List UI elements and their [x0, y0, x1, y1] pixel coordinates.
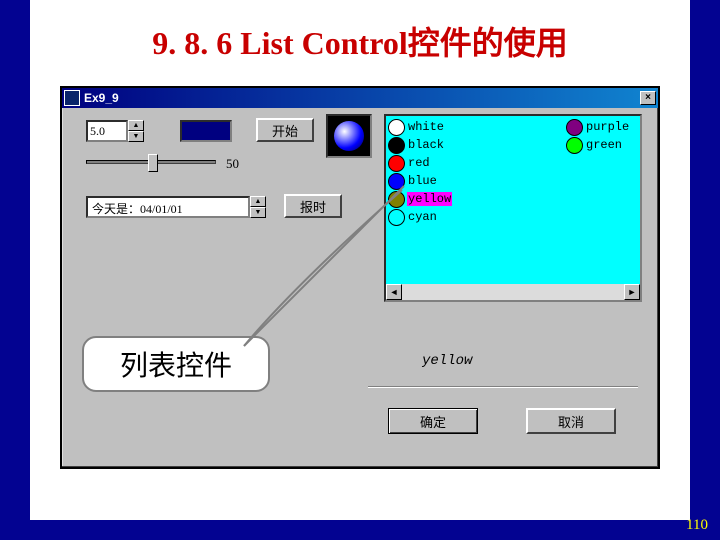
list-item-label: purple	[585, 120, 630, 134]
spin-control[interactable]: ▲ ▼	[86, 120, 146, 142]
color-preview	[180, 120, 232, 142]
animation-preview	[326, 114, 372, 158]
time-button[interactable]: 报时	[284, 194, 342, 218]
color-swatch-icon	[388, 173, 405, 190]
status-text: yellow	[422, 353, 472, 369]
date-up-icon[interactable]: ▲	[250, 196, 266, 207]
color-swatch-icon	[566, 137, 583, 154]
color-swatch-icon	[388, 119, 405, 136]
slider-value: 50	[226, 156, 239, 172]
slide-title: 9. 8. 6 List Control控件的使用	[30, 0, 690, 72]
color-swatch-icon	[388, 137, 405, 154]
date-control[interactable]: 今天是：04/01/01 ▲ ▼	[86, 196, 266, 218]
spin-down-icon[interactable]: ▼	[128, 131, 144, 142]
callout-label: 列表控件	[82, 336, 270, 392]
spin-input[interactable]	[86, 120, 128, 142]
list-item[interactable]: white	[388, 118, 445, 136]
slider-thumb[interactable]	[148, 154, 158, 172]
slider-control[interactable]: 50	[86, 150, 246, 178]
list-item[interactable]: blue	[388, 172, 438, 190]
scroll-right-icon[interactable]: ►	[624, 284, 640, 300]
close-icon[interactable]: ×	[640, 91, 656, 105]
list-item[interactable]: green	[566, 136, 623, 154]
titlebar[interactable]: Ex9_9 ×	[62, 88, 658, 108]
page-number: 110	[686, 517, 708, 534]
color-swatch-icon	[566, 119, 583, 136]
color-swatch-icon	[388, 155, 405, 172]
color-swatch-icon	[388, 209, 405, 226]
list-item-label: yellow	[407, 192, 452, 206]
list-item-label: blue	[407, 174, 438, 188]
list-item[interactable]: cyan	[388, 208, 438, 226]
list-item-label: white	[407, 120, 445, 134]
window-caption: Ex9_9	[84, 91, 119, 105]
scroll-track[interactable]	[402, 284, 624, 300]
start-button[interactable]: 开始	[256, 118, 314, 142]
callout-text: 列表控件	[120, 344, 232, 384]
list-item-label: cyan	[407, 210, 438, 224]
list-item-label: red	[407, 156, 431, 170]
ok-button[interactable]: 确定	[388, 408, 478, 434]
color-swatch-icon	[388, 191, 405, 208]
list-item[interactable]: yellow	[388, 190, 452, 208]
list-item[interactable]: purple	[566, 118, 630, 136]
horizontal-scrollbar[interactable]: ◄ ►	[386, 284, 640, 300]
scroll-left-icon[interactable]: ◄	[386, 284, 402, 300]
list-control[interactable]: white black red blue yellow cyan purple green ◄…	[384, 114, 642, 302]
app-icon	[64, 90, 80, 106]
spin-up-icon[interactable]: ▲	[128, 120, 144, 131]
list-item-label: black	[407, 138, 445, 152]
ball-icon	[334, 121, 364, 151]
cancel-button[interactable]: 取消	[526, 408, 616, 434]
list-item[interactable]: red	[388, 154, 431, 172]
date-down-icon[interactable]: ▼	[250, 207, 266, 218]
dialog-window: Ex9_9 × ▲ ▼ 开始 50 今天是：04/	[60, 86, 660, 469]
date-field[interactable]: 今天是：04/01/01	[86, 196, 250, 218]
list-item[interactable]: black	[388, 136, 445, 154]
list-item-label: green	[585, 138, 623, 152]
separator	[368, 386, 638, 388]
